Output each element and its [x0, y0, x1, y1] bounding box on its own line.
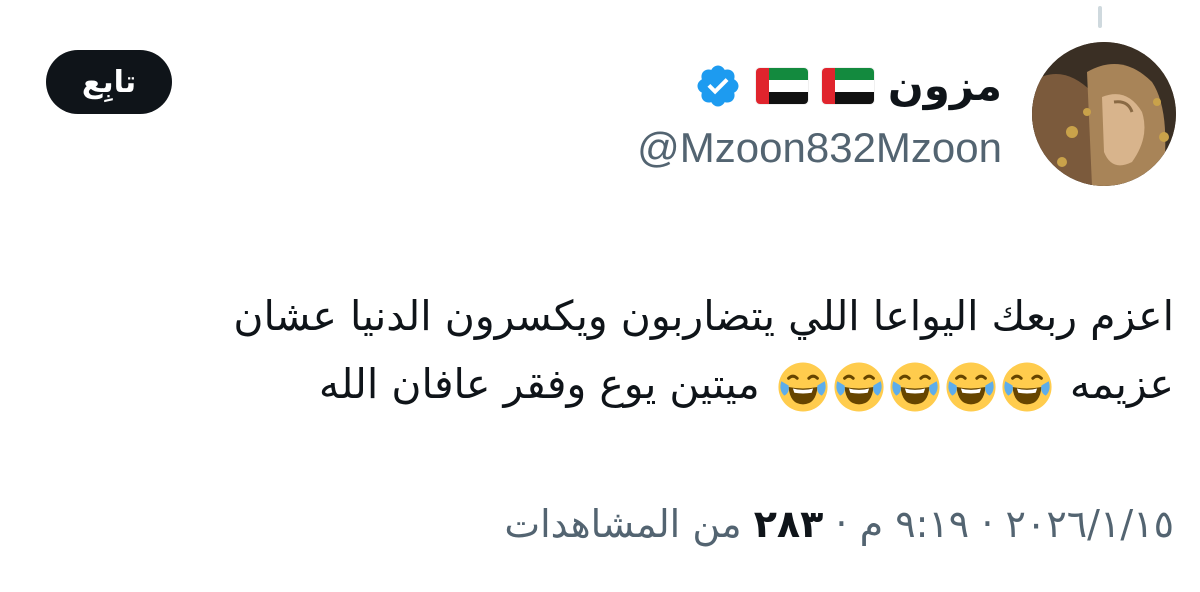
tweet-time[interactable]: ٩:١٩ م	[860, 502, 970, 546]
tweet-text: اعزم ربعك اليواعا اللي يتضاربون ويكسرون …	[34, 282, 1174, 418]
tweet-line-2-end: ميتين يوع وفقر عافان الله	[318, 360, 760, 408]
follow-button[interactable]: تابِع	[46, 50, 172, 114]
face-with-tears-of-joy-icon	[890, 362, 940, 412]
emoji-run	[777, 361, 1053, 413]
views-count: ٢٨٣	[753, 502, 824, 546]
verified-badge-icon[interactable]	[694, 62, 742, 110]
tweet-line-2-start: عزيمه	[1069, 360, 1174, 408]
tweet-line-1: اعزم ربعك اليواعا اللي يتضاربون ويكسرون …	[233, 292, 1174, 340]
author-handle[interactable]: @Mzoon832Mzoon	[637, 120, 1002, 176]
face-with-tears-of-joy-icon	[1002, 362, 1052, 412]
face-with-tears-of-joy-icon	[778, 362, 828, 412]
avatar[interactable]	[1032, 42, 1176, 186]
flag-uae-icon	[821, 68, 874, 104]
views-label: من المشاهدات	[504, 502, 742, 546]
thread-connector-line	[1098, 6, 1102, 28]
meta-separator: ·	[835, 502, 848, 546]
avatar-image	[1032, 42, 1176, 186]
author-name-row: مزون	[694, 54, 1002, 118]
tweet-meta: ٢٠٢٦/١/١٥ · ٩:١٩ م · ٢٨٣ من المشاهدات	[504, 496, 1174, 552]
tweet-date[interactable]: ٢٠٢٦/١/١٥	[1006, 502, 1174, 546]
tweet-line-2: عزيمه ميتين يوع وفقر عافان الله	[34, 350, 1174, 418]
meta-separator: ·	[981, 502, 994, 546]
author-display-name[interactable]: مزون	[888, 65, 1002, 107]
flag-uae-icon	[755, 68, 808, 104]
face-with-tears-of-joy-icon	[834, 362, 884, 412]
face-with-tears-of-joy-icon	[946, 362, 996, 412]
